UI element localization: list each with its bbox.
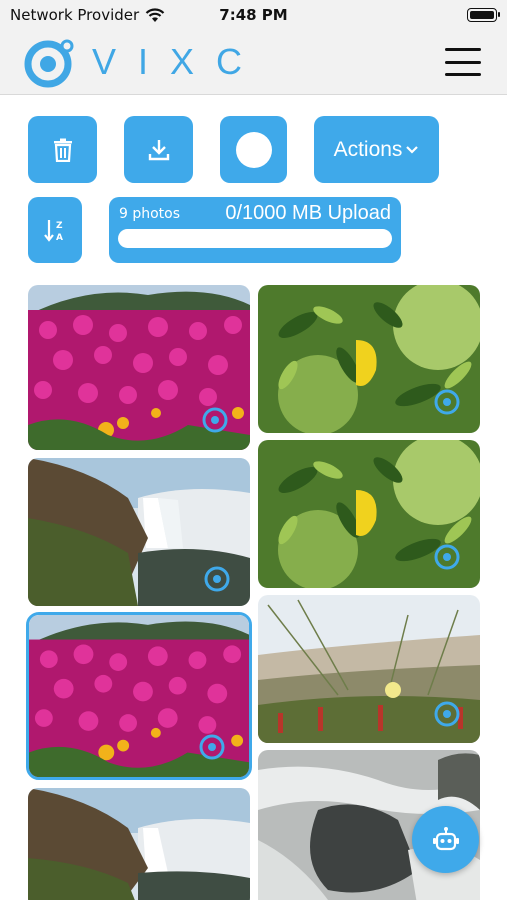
chevron-down-icon <box>406 145 419 154</box>
select-circle-icon <box>235 131 272 168</box>
sync-icon <box>434 544 460 570</box>
logo-lens-icon <box>24 39 74 88</box>
photo-tile[interactable] <box>28 788 250 900</box>
svg-text:Z: Z <box>56 221 63 231</box>
assistant-bot-button[interactable] <box>412 806 479 873</box>
actions-label: Actions <box>333 137 403 161</box>
sync-icon <box>434 389 460 415</box>
upload-panel: 9 photos 0/1000 MB Upload <box>109 197 401 263</box>
sync-icon <box>202 407 228 433</box>
svg-text:A: A <box>56 233 63 243</box>
app-header: VIXC <box>0 30 507 95</box>
logo-text: VIXC <box>92 41 265 82</box>
upload-progress-bar <box>118 229 392 248</box>
photo-image <box>28 788 250 900</box>
photo-tile[interactable] <box>258 595 480 743</box>
actions-dropdown[interactable]: Actions <box>314 116 439 183</box>
sync-icon <box>204 566 230 592</box>
trash-icon <box>53 138 72 162</box>
app-logo[interactable]: VIXC <box>24 36 264 88</box>
delete-button[interactable] <box>28 116 97 183</box>
photo-tile[interactable] <box>28 285 250 450</box>
download-icon <box>148 139 169 160</box>
upload-status: 0/1000 MB Upload <box>225 202 391 224</box>
bot-icon <box>432 826 459 850</box>
photo-tile[interactable] <box>28 458 250 606</box>
sync-icon <box>434 701 460 727</box>
photo-tile-selected[interactable] <box>26 612 252 780</box>
status-bar: Network Provider 7:48 PM <box>0 0 507 30</box>
photo-count: 9 photos <box>119 206 181 222</box>
photo-tile[interactable] <box>258 285 480 433</box>
select-all-button[interactable] <box>220 116 287 183</box>
battery-icon <box>467 8 500 22</box>
sync-icon <box>199 734 225 760</box>
menu-icon[interactable] <box>445 48 481 76</box>
sort-button[interactable]: Z A <box>28 197 82 263</box>
sort-az-icon: Z A <box>44 220 63 243</box>
download-button[interactable] <box>124 116 193 183</box>
photo-tile[interactable] <box>258 440 480 588</box>
status-time: 7:48 PM <box>219 6 288 24</box>
